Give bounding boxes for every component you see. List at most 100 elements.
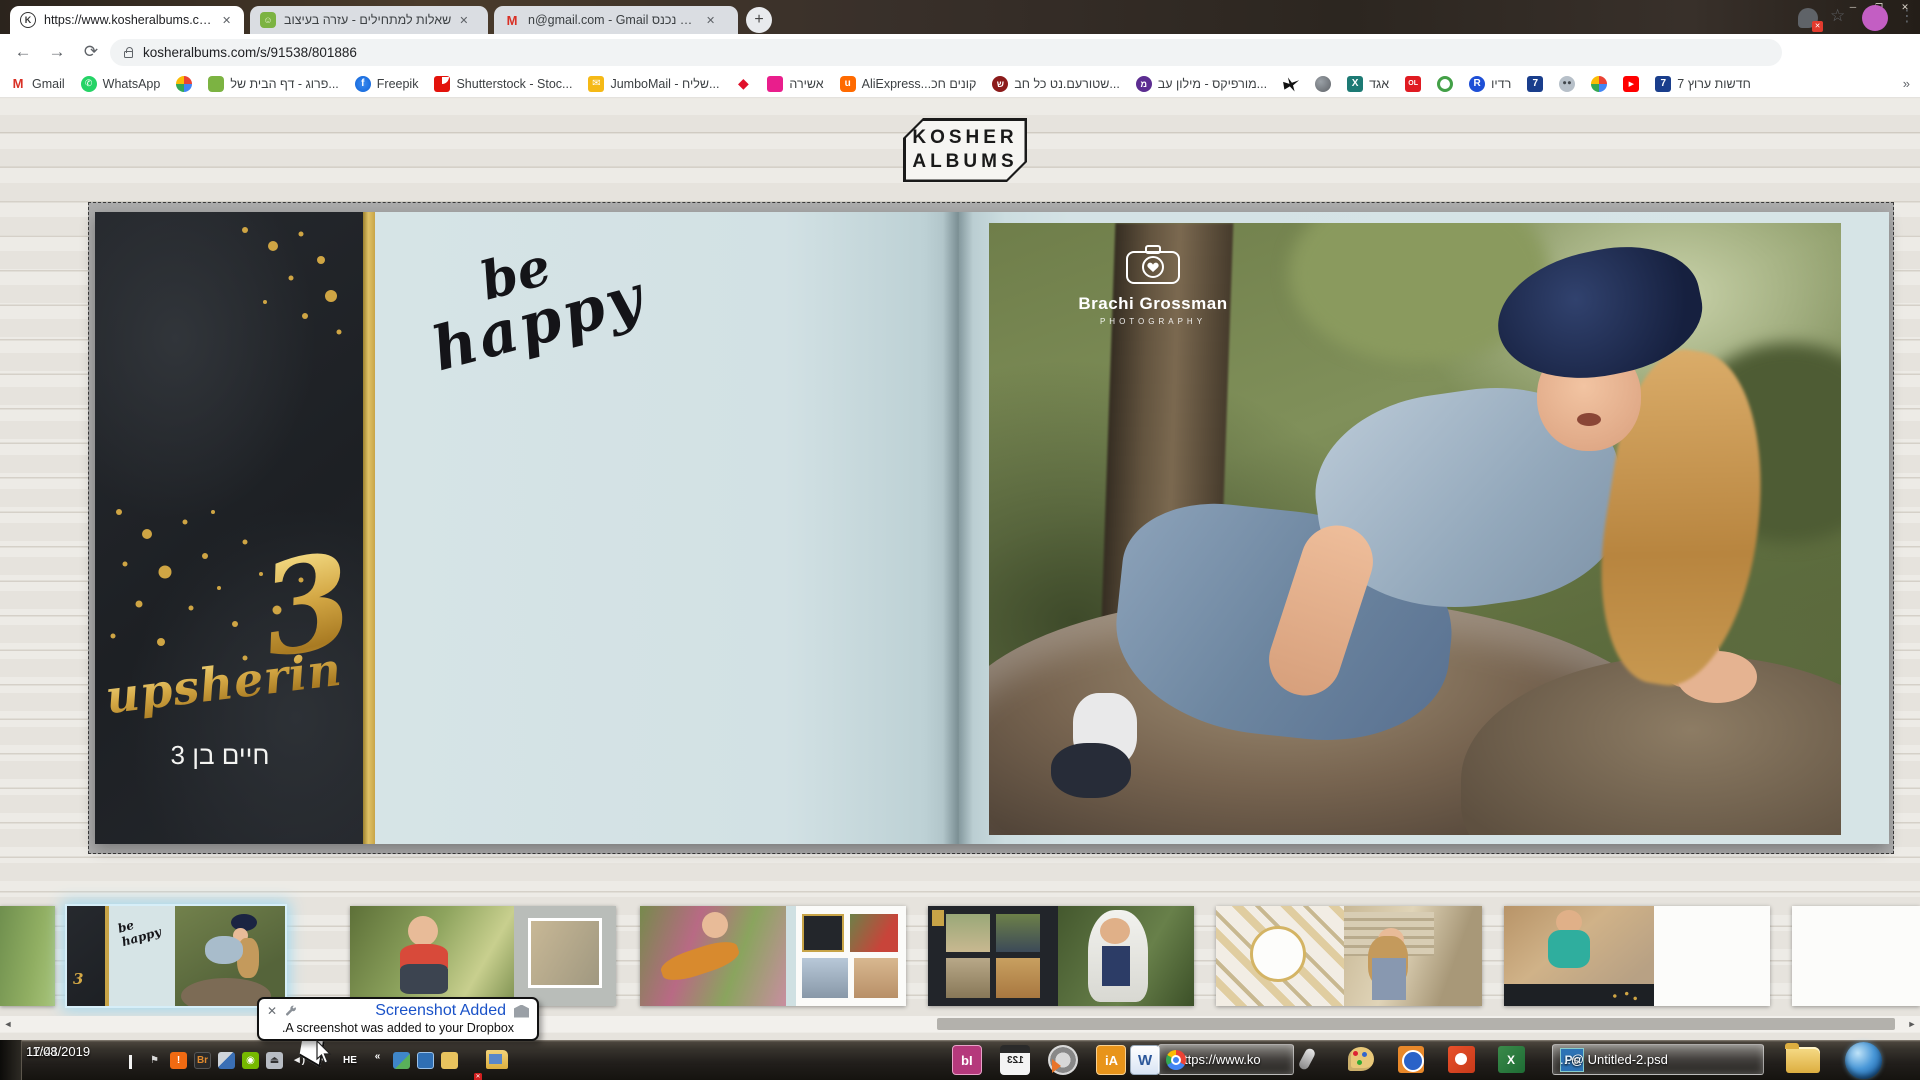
bookmark-radio[interactable]: Rרדיו: [1469, 76, 1511, 92]
thumbnail-blank-page[interactable]: [1792, 906, 1920, 1006]
bookmark-channel7[interactable]: 7חדשות ערוץ 7: [1655, 76, 1751, 92]
keyboard-language-indicator[interactable]: HE: [338, 1052, 362, 1069]
bookmark-red-diamond[interactable]: ◆: [735, 76, 751, 92]
show-desktop-button[interactable]: [0, 1040, 22, 1080]
url-text[interactable]: kosheralbums.com/s/91538/801886: [143, 45, 357, 60]
green-ring-icon: [1437, 76, 1453, 92]
indesign-taskbar-icon[interactable]: Id: [952, 1045, 982, 1075]
child-mouth: [1577, 413, 1601, 426]
bookmark-col[interactable]: OL: [1405, 76, 1421, 92]
thumbnail-watermelon-spread[interactable]: [350, 906, 616, 1006]
media-player-taskbar-icon[interactable]: [1398, 1046, 1424, 1073]
bookmark-green-ring[interactable]: [1437, 76, 1453, 92]
movie-maker-icon[interactable]: [1048, 1045, 1078, 1075]
paint-palette-taskbar-icon[interactable]: [1348, 1047, 1374, 1071]
tab-gmail[interactable]: M n@gmail.com - Gmail דואר נכנס ✕: [494, 6, 738, 34]
new-tab-button[interactable]: +: [746, 7, 772, 33]
bookmark-flower[interactable]: [176, 76, 192, 92]
bookmark-egged[interactable]: Xאגד: [1347, 76, 1389, 92]
profile-avatar[interactable]: [1862, 5, 1888, 31]
thumbnail-partial[interactable]: [0, 906, 55, 1006]
bookmark-gmail[interactable]: MGmail: [10, 76, 65, 92]
thumbnail-tricycle-spread[interactable]: [1504, 906, 1770, 1006]
warning-icon[interactable]: !: [170, 1052, 187, 1069]
clock-date: 11/08/2019: [26, 1043, 90, 1060]
scroll-left-arrow[interactable]: ◄: [0, 1016, 16, 1032]
start-button[interactable]: [1845, 1042, 1882, 1079]
action-center-flag-icon[interactable]: ⚑: [146, 1052, 163, 1069]
photoshop-window-button[interactable]: ...@ Untitled-2.psd Ps: [1552, 1044, 1764, 1075]
bookmark-ashira[interactable]: אשירה: [767, 76, 823, 92]
bookmark-shturem[interactable]: ששטורעם.נט כל חב...: [992, 76, 1119, 92]
bookmark-flower2[interactable]: [1591, 76, 1607, 92]
kosher-albums-logo: KOSHER ALBUMS: [903, 118, 1027, 182]
scroll-right-arrow[interactable]: ►: [1904, 1016, 1920, 1032]
thumbnail-current-spread[interactable]: 3 be happy: [67, 906, 285, 1006]
bookmark-shutterstock[interactable]: Shutterstock - Stoc...: [434, 76, 572, 92]
shared-folder-icon[interactable]: [441, 1052, 458, 1069]
tab-close-icon[interactable]: ✕: [222, 14, 231, 27]
network-signal-icon[interactable]: [122, 1052, 139, 1069]
bookmark-prog[interactable]: פרוג - דף הבית של...: [208, 76, 338, 92]
usb-eject-icon[interactable]: ⏏: [266, 1052, 283, 1069]
bookmark-morfix[interactable]: ממורפיקס - מילון עב...: [1136, 76, 1267, 92]
dropbox-notification[interactable]: ✕ Screenshot Added .A screenshot was add…: [257, 997, 539, 1041]
bookmark-globe[interactable]: [1315, 76, 1331, 92]
bookmark-bird[interactable]: [1283, 76, 1299, 92]
dual-monitor-icon[interactable]: [417, 1052, 434, 1069]
tab-close-icon[interactable]: ✕: [706, 14, 715, 27]
back-button[interactable]: ←: [10, 39, 36, 65]
quick-launch-folder-icon[interactable]: [486, 1050, 508, 1069]
windows-flag-icon: [1853, 1051, 1873, 1069]
tab-forum[interactable]: ☺ שאלות למתחילים - עזרה בעיצוב ✕: [250, 6, 488, 34]
gmail-favicon: M: [504, 12, 520, 28]
thumbnail-guitar-spread[interactable]: [640, 906, 906, 1006]
blocked-plugin-icon[interactable]: [1798, 8, 1818, 28]
reload-button[interactable]: ⟳: [78, 39, 104, 65]
network-computers-icon[interactable]: [393, 1052, 410, 1069]
bookmarks-overflow-chevron[interactable]: »: [1903, 76, 1910, 91]
bookmark-star-icon[interactable]: ☆: [1830, 6, 1845, 26]
scrollbar-thumb[interactable]: [937, 1018, 1895, 1030]
bookmark-seven[interactable]: 7: [1527, 76, 1543, 92]
tray-clock[interactable]: 17:41 11/08/2019: [26, 1043, 118, 1077]
browser-menu-icon[interactable]: ⋮: [1899, 6, 1915, 26]
bookmark-waze[interactable]: [1559, 76, 1575, 92]
freepik-icon: f: [355, 76, 371, 92]
tab-close-icon[interactable]: ✕: [459, 14, 468, 27]
microphone-taskbar-icon[interactable]: [1297, 1047, 1316, 1071]
bookmark-aliexpress[interactable]: uAliExpress...קונים חכ: [840, 76, 977, 92]
excel-taskbar-icon[interactable]: X: [1498, 1046, 1525, 1073]
aliexpress-icon: u: [840, 76, 856, 92]
adobe-bridge-tray-icon[interactable]: Br: [194, 1052, 211, 1069]
nvidia-tray-icon[interactable]: ◉: [242, 1052, 259, 1069]
globe-icon: [1315, 76, 1331, 92]
media-player-classic-icon[interactable]: 123: [1000, 1045, 1030, 1075]
address-bar[interactable]: kosheralbums.com/s/91538/801886: [110, 39, 1782, 66]
tray-expand-chevron[interactable]: «: [369, 1048, 386, 1065]
bookmark-jumbomail[interactable]: ✉JumboMail - שליח...: [588, 76, 719, 92]
thumbnail-marble-spread[interactable]: [1216, 906, 1482, 1006]
album-photo[interactable]: Brachi Grossman PHOTOGRAPHY: [989, 223, 1841, 835]
explorer-taskbar-icon[interactable]: [1786, 1047, 1820, 1073]
kosheralbums-favicon: K: [20, 12, 36, 28]
notification-body: .A screenshot was added to your Dropbox: [267, 1021, 529, 1035]
prog-icon: [208, 76, 224, 92]
thumbnail-collage-spread[interactable]: [928, 906, 1194, 1006]
illustrator-taskbar-icon[interactable]: Ai: [1096, 1045, 1126, 1075]
tab-kosheralbums[interactable]: K https://www.kosheralbums.com/ ✕: [10, 6, 244, 34]
powerpoint-taskbar-icon[interactable]: [1448, 1046, 1475, 1073]
youtube-icon: ▶: [1623, 76, 1639, 92]
bookmark-youtube[interactable]: ▶: [1623, 76, 1639, 92]
tab-title: https://www.kosheralbums.com/: [44, 13, 214, 27]
bookmark-freepik[interactable]: fFreepik: [355, 76, 419, 92]
bookmark-whatsapp[interactable]: ✆WhatsApp: [81, 76, 161, 92]
paintbrush-tray-icon[interactable]: [218, 1052, 235, 1069]
chrome-window-button[interactable]: ...https://www.ko: [1158, 1044, 1294, 1075]
word-taskbar-icon[interactable]: W: [1130, 1045, 1160, 1075]
forward-button[interactable]: →: [44, 39, 70, 65]
settings-wrench-icon[interactable]: [285, 1005, 298, 1018]
album-spread-canvas[interactable]: 3 upsherin חיים בן 3 be happy: [88, 202, 1894, 854]
gmail-icon: M: [10, 76, 26, 92]
popup-close-icon[interactable]: ✕: [267, 1004, 277, 1018]
